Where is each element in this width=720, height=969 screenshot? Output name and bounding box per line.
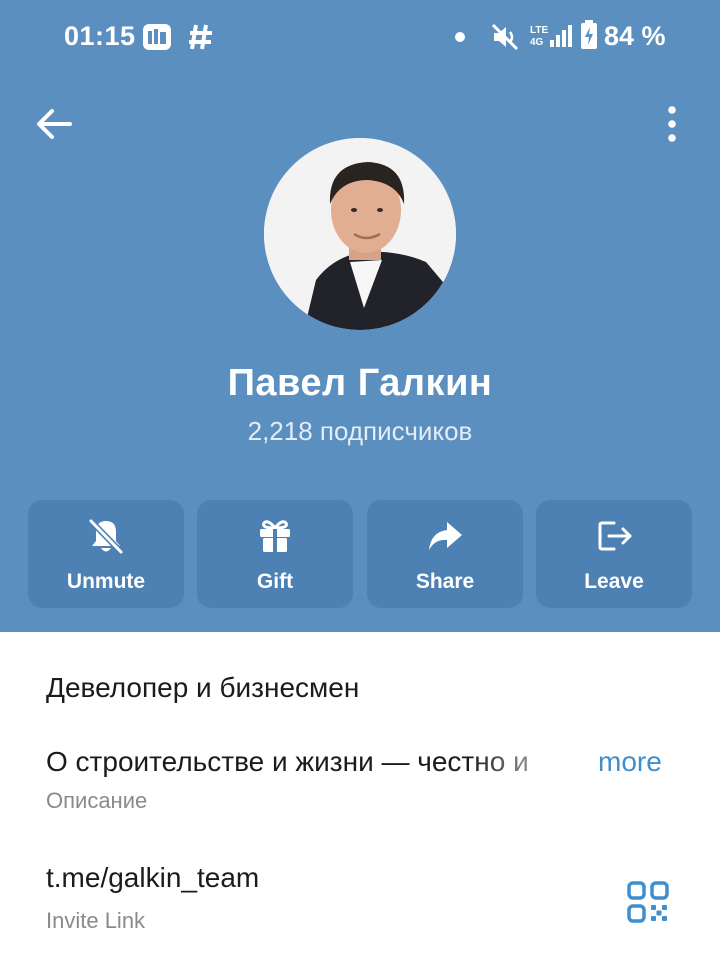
share-arrow-icon — [429, 522, 462, 550]
leave-button[interactable]: Leave — [536, 500, 692, 608]
channel-info: Девелопер и бизнесмен О строительстве и … — [0, 632, 720, 969]
app-hashtag-icon — [189, 24, 212, 50]
svg-text:LTE: LTE — [530, 25, 548, 36]
action-buttons: Unmute Gift Share Leave — [28, 500, 692, 608]
bell-off-icon — [88, 518, 124, 555]
leave-label: Leave — [584, 570, 644, 593]
notification-dot-icon — [455, 32, 465, 42]
gift-label: Gift — [256, 570, 294, 593]
avatar[interactable] — [264, 138, 456, 330]
mute-icon — [491, 23, 519, 51]
battery-charging-icon — [581, 20, 597, 49]
bio-text: Девелопер и бизнесмен — [46, 672, 360, 703]
app-notification-icon — [143, 24, 171, 50]
invite-link[interactable]: t.me/galkin_team — [46, 862, 259, 894]
leave-icon — [598, 521, 632, 551]
arrow-left-icon[interactable] — [30, 102, 80, 146]
svg-text:4G: 4G — [530, 37, 544, 48]
gift-icon — [260, 520, 290, 552]
channel-header: 01:15 LTE 4G 84 % Павел Галкин 2,218 под… — [0, 0, 720, 632]
battery-percent: 84 % — [604, 21, 666, 51]
vertical-dots-icon[interactable] — [656, 100, 688, 148]
share-label: Share — [415, 570, 475, 593]
status-time: 01:15 — [64, 21, 136, 51]
invite-link-caption: Invite Link — [46, 908, 146, 933]
gift-button[interactable]: Gift — [197, 500, 353, 608]
qr-code-icon[interactable] — [626, 880, 670, 924]
subscriber-count: 2,218 подписчиков — [247, 416, 473, 446]
lte-signal-icon: LTE 4G — [530, 25, 572, 48]
channel-name: Павел Галкин — [227, 362, 493, 404]
description-caption: Описание — [46, 788, 148, 813]
share-button[interactable]: Share — [367, 500, 523, 608]
unmute-button[interactable]: Unmute — [28, 500, 184, 608]
description-fade — [470, 740, 610, 792]
more-link[interactable]: more — [598, 746, 662, 778]
status-bar: 01:15 LTE 4G 84 % — [0, 0, 720, 72]
unmute-label: Unmute — [66, 570, 146, 593]
